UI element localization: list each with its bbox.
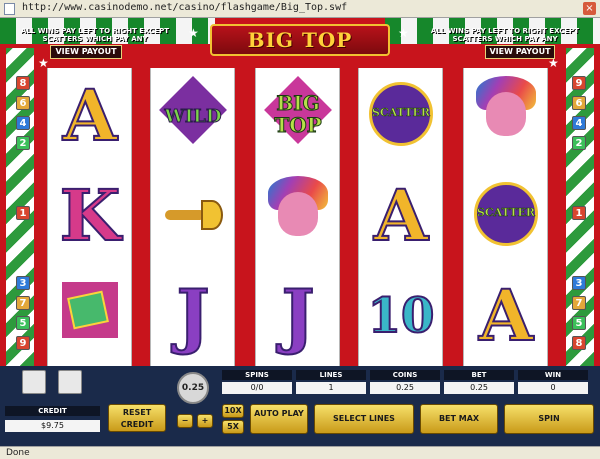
payline-marker-2[interactable]: 2 <box>16 136 30 150</box>
sound-icon[interactable] <box>58 370 82 394</box>
coin-value: 0.25 <box>177 372 209 404</box>
star-icon: ★ <box>548 56 559 70</box>
reel-1: A K <box>47 68 132 366</box>
payline-marker-4[interactable]: 4 <box>572 116 586 130</box>
payline-marker-3[interactable]: 3 <box>16 276 30 290</box>
payline-marker-5[interactable]: 5 <box>16 316 30 330</box>
game-title: BIG TOP <box>247 28 353 52</box>
url-text[interactable]: http://www.casinodemo.net/casino/flashga… <box>22 2 347 13</box>
stat-label-spins: SPINS <box>222 370 292 380</box>
address-bar: http://www.casinodemo.net/casino/flashga… <box>0 0 600 18</box>
symbol-K: K <box>59 174 122 257</box>
stat-label-lines: LINES <box>296 370 366 380</box>
stat-value-spins: 0/0 <box>222 382 292 394</box>
close-icon[interactable]: × <box>583 2 596 15</box>
payline-marker-6[interactable]: 6 <box>16 96 30 110</box>
symbol-scatter: SCATTER <box>359 68 444 164</box>
symbol-flag <box>48 268 133 364</box>
stat-label-bet: BET <box>444 370 514 380</box>
symbol-10: 10 <box>367 287 436 345</box>
payline-marker-2[interactable]: 2 <box>572 136 586 150</box>
rules-text-right: ALL WINS PAY LEFT TO RIGHT EXCEPT SCATTE… <box>430 27 580 43</box>
bet-max-button[interactable]: BET MAX <box>420 404 498 434</box>
status-bar: Done <box>0 446 600 459</box>
payline-marker-7[interactable]: 7 <box>572 296 586 310</box>
spin-button[interactable]: SPIN <box>504 404 594 434</box>
payline-marker-3[interactable]: 3 <box>572 276 586 290</box>
help-icon[interactable] <box>22 370 46 394</box>
reel-5: SCATTER A <box>463 68 548 366</box>
star-icon: ★ <box>188 26 199 40</box>
payline-marker-6[interactable]: 6 <box>572 96 586 110</box>
view-payout-button-right[interactable]: VIEW PAYOUT <box>485 45 555 59</box>
stat-label-win: WIN <box>518 370 588 380</box>
payline-marker-9[interactable]: 9 <box>572 76 586 90</box>
stat-value-bet: 0.25 <box>444 382 514 394</box>
reel-2: WILD J <box>150 68 235 366</box>
symbol-clown-mask <box>464 68 549 164</box>
symbol-A: A <box>478 274 534 357</box>
star-icon: ★ <box>398 26 409 40</box>
payline-marker-8[interactable]: 8 <box>16 76 30 90</box>
increase-coin-button[interactable]: + <box>197 414 213 428</box>
multiplier-10x-button[interactable]: 10X <box>222 404 244 418</box>
game-window: http://www.casinodemo.net/casino/flashga… <box>0 0 600 459</box>
reset-credit-button[interactable]: RESET CREDIT <box>108 404 166 432</box>
symbol-A: A <box>373 174 429 257</box>
view-payout-button-left[interactable]: VIEW PAYOUT <box>50 45 122 59</box>
symbol-clown-mask <box>256 168 341 264</box>
symbol-J: J <box>175 274 210 357</box>
slot-game: ALL WINS PAY LEFT TO RIGHT EXCEPT SCATTE… <box>0 18 600 366</box>
payline-marker-5[interactable]: 5 <box>572 316 586 330</box>
multiplier-5x-button[interactable]: 5X <box>222 420 244 434</box>
stat-label-coins: COINS <box>370 370 440 380</box>
payline-marker-7[interactable]: 7 <box>16 296 30 310</box>
payline-marker-1[interactable]: 1 <box>572 206 586 220</box>
rules-text-left: ALL WINS PAY LEFT TO RIGHT EXCEPT SCATTE… <box>20 27 170 43</box>
reel-4: SCATTER A 10 <box>358 68 443 366</box>
symbol-J: J <box>280 274 315 357</box>
symbol-trumpet <box>151 168 236 264</box>
stat-value-win: 0 <box>518 382 588 394</box>
symbol-big-top: BIG TOP <box>256 68 341 164</box>
payline-marker-8[interactable]: 8 <box>572 336 586 350</box>
credit-value: $9.75 <box>5 420 100 432</box>
symbol-scatter: SCATTER <box>464 168 549 264</box>
symbol-A: A <box>62 74 118 157</box>
page-icon <box>4 3 15 15</box>
status-text: Done <box>6 448 30 458</box>
stat-value-coins: 0.25 <box>370 382 440 394</box>
payline-marker-1[interactable]: 1 <box>16 206 30 220</box>
select-lines-button[interactable]: SELECT LINES <box>314 404 414 434</box>
payline-marker-9[interactable]: 9 <box>16 336 30 350</box>
credit-label: CREDIT <box>5 406 100 416</box>
auto-play-button[interactable]: AUTO PLAY <box>250 404 308 434</box>
symbol-wild: WILD <box>151 68 236 164</box>
stat-value-lines: 1 <box>296 382 366 394</box>
reel-3: BIG TOP J <box>255 68 340 366</box>
title-banner: BIG TOP <box>210 24 390 56</box>
payline-marker-4[interactable]: 4 <box>16 116 30 130</box>
decrease-coin-button[interactable]: − <box>177 414 193 428</box>
